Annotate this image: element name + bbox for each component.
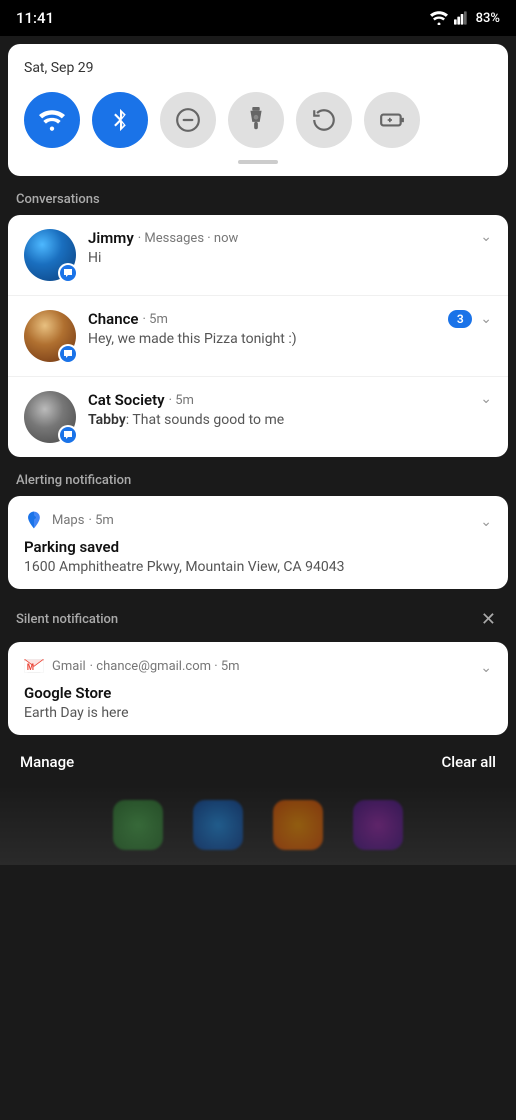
maps-body: 1600 Amphitheatre Pkwy, Mountain View, C… (24, 559, 492, 575)
jimmy-header-row: Jimmy · Messages · now (88, 229, 472, 247)
qs-dnd-button[interactable] (160, 92, 216, 148)
cat-messages-icon (60, 427, 76, 443)
clear-all-button[interactable]: Clear all (442, 753, 497, 771)
dock-icon-2 (193, 800, 243, 850)
maps-header-row: Maps · 5m ⌄ (24, 510, 492, 530)
signal-icon (454, 11, 470, 25)
conversations-card: Jimmy · Messages · now Hi ⌄ (8, 215, 508, 457)
cat-society-msg-badge (58, 425, 78, 445)
maps-notification: Maps · 5m ⌄ Parking saved 1600 Amphithea… (8, 496, 508, 589)
maps-expand-icon[interactable]: ⌄ (480, 514, 492, 530)
silent-close-button[interactable]: ✕ (477, 605, 500, 634)
dock-icon-1 (113, 800, 163, 850)
jimmy-name: Jimmy (88, 229, 134, 247)
rotate-icon (311, 107, 337, 133)
notification-footer: Manage Clear all (0, 739, 516, 785)
maps-app-name: Maps (52, 513, 84, 528)
chance-avatar-wrap (24, 310, 76, 362)
cat-society-sender: Tabby (88, 412, 126, 428)
cat-society-right: ⌄ (480, 391, 492, 407)
battery-percent: 83% (476, 11, 500, 26)
chance-right: 3 ⌄ (448, 310, 492, 328)
cat-society-avatar-wrap (24, 391, 76, 443)
alerting-card[interactable]: Maps · 5m ⌄ Parking saved 1600 Amphithea… (8, 496, 508, 589)
cat-society-header-row: Cat Society · 5m (88, 391, 472, 409)
qs-buttons (24, 92, 492, 148)
conversations-header: Conversations (0, 180, 516, 215)
silent-label: Silent notification (16, 612, 118, 627)
gmail-app-icon: M (24, 656, 44, 676)
qs-bluetooth-button[interactable] (92, 92, 148, 148)
conv-item-chance[interactable]: Chance · 5m Hey, we made this Pizza toni… (8, 296, 508, 377)
jimmy-expand-icon[interactable]: ⌄ (480, 229, 492, 245)
chance-preview: Hey, we made this Pizza tonight :) (88, 331, 440, 347)
dock-icon-4 (353, 800, 403, 850)
conv-item-jimmy[interactable]: Jimmy · Messages · now Hi ⌄ (8, 215, 508, 296)
jimmy-meta: · Messages · now (138, 231, 239, 246)
bluetooth-icon (109, 107, 131, 133)
gmail-header-row: M Gmail · chance@gmail.com · 5m ⌄ (24, 656, 492, 676)
chance-unread-badge: 3 (448, 310, 472, 328)
dnd-icon (175, 107, 201, 133)
qs-handle[interactable] (238, 160, 278, 164)
quick-settings-panel: Sat, Sep 29 (8, 44, 508, 176)
status-icons: 83% (430, 11, 500, 26)
jimmy-preview: Hi (88, 250, 472, 266)
conv-item-cat-society[interactable]: Cat Society · 5m Tabby: That sounds good… (8, 377, 508, 457)
svg-text:M: M (27, 662, 34, 672)
jimmy-conv-body: Jimmy · Messages · now Hi (88, 229, 472, 266)
jimmy-right: ⌄ (480, 229, 492, 245)
chance-messages-icon (60, 346, 76, 362)
maps-title: Parking saved (24, 538, 492, 556)
dock-icon-3 (273, 800, 323, 850)
flashlight-icon (245, 107, 267, 133)
jimmy-msg-badge (58, 263, 78, 283)
gmail-title: Google Store (24, 684, 492, 702)
manage-button[interactable]: Manage (20, 753, 74, 771)
gmail-body: Earth Day is here (24, 705, 492, 721)
jimmy-avatar-wrap (24, 229, 76, 281)
cat-society-expand-icon[interactable]: ⌄ (480, 391, 492, 407)
wifi-status-icon (430, 11, 448, 25)
cat-society-preview: Tabby: That sounds good to me (88, 412, 472, 428)
chance-conv-body: Chance · 5m Hey, we made this Pizza toni… (88, 310, 440, 347)
battery-saver-icon (379, 107, 405, 133)
alerting-label: Alerting notification (16, 473, 131, 488)
conversations-label: Conversations (16, 192, 100, 207)
maps-time: · 5m (88, 513, 113, 528)
messages-app-icon (60, 265, 76, 281)
qs-wifi-button[interactable] (24, 92, 80, 148)
qs-battery-saver-button[interactable] (364, 92, 420, 148)
status-time: 11:41 (16, 9, 54, 27)
gmail-expand-icon[interactable]: ⌄ (480, 660, 492, 676)
qs-rotate-button[interactable] (296, 92, 352, 148)
maps-right: ⌄ (480, 511, 492, 530)
chance-meta: · 5m (143, 312, 168, 327)
silent-header: Silent notification ✕ (0, 593, 516, 642)
gmail-right: ⌄ (480, 657, 492, 676)
gmail-app-name: Gmail (52, 659, 86, 674)
chance-msg-badge (58, 344, 78, 364)
qs-flashlight-button[interactable] (228, 92, 284, 148)
maps-app-icon (24, 510, 44, 530)
wifi-icon (39, 109, 65, 131)
cat-society-conv-body: Cat Society · 5m Tabby: That sounds good… (88, 391, 472, 428)
cat-society-name: Cat Society (88, 391, 165, 409)
status-bar: 11:41 83% (0, 0, 516, 36)
chance-expand-icon[interactable]: ⌄ (480, 311, 492, 327)
gmail-notification: M Gmail · chance@gmail.com · 5m ⌄ Google… (8, 642, 508, 735)
chance-name: Chance (88, 310, 139, 328)
gmail-email: · chance@gmail.com · 5m (90, 659, 240, 674)
qs-date: Sat, Sep 29 (24, 60, 492, 76)
alerting-header: Alerting notification (0, 461, 516, 496)
chance-header-row: Chance · 5m (88, 310, 440, 328)
silent-card[interactable]: M Gmail · chance@gmail.com · 5m ⌄ Google… (8, 642, 508, 735)
cat-society-meta: · 5m (169, 393, 194, 408)
bottom-dock (0, 785, 516, 865)
